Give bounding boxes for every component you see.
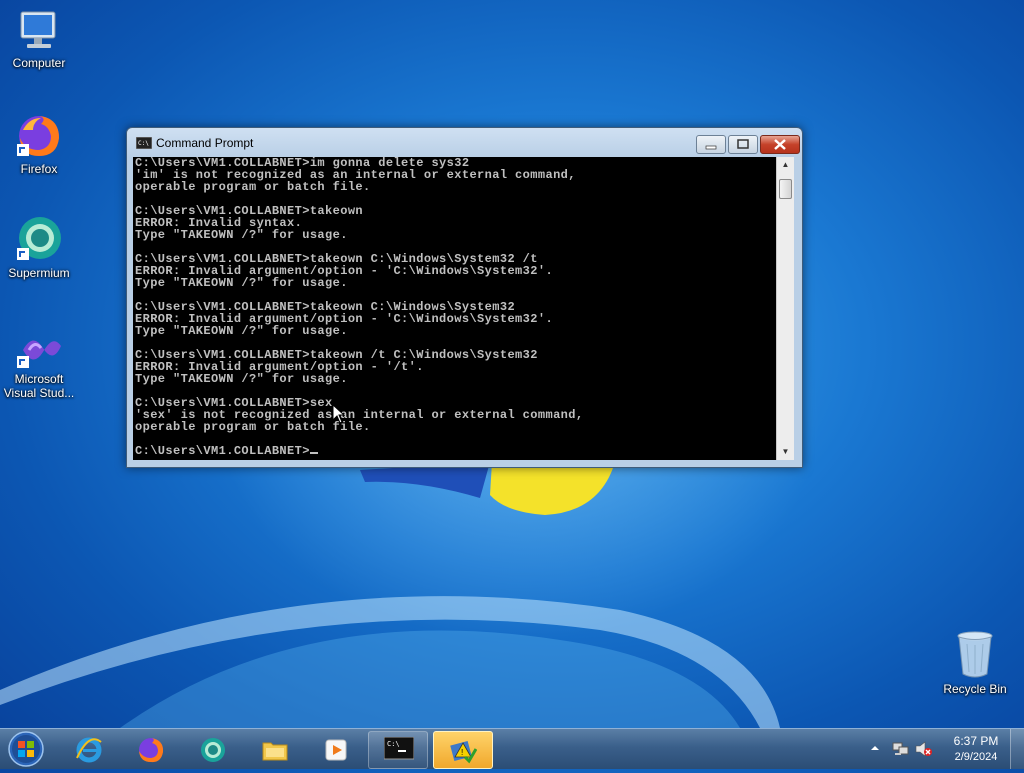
- start-button[interactable]: [6, 730, 46, 768]
- visual-studio-icon: [17, 340, 61, 368]
- command-prompt-icon: C:\: [136, 137, 152, 149]
- taskbar-file-explorer[interactable]: [246, 731, 304, 767]
- taskbar: C:\ ! 6:37 PM 2/9/2024: [0, 728, 1024, 769]
- console-prompt: C:\Users\VM1.COLLABNET>: [135, 444, 310, 458]
- taskbar-supermium[interactable]: [184, 731, 242, 767]
- taskbar-media-player[interactable]: [308, 731, 366, 767]
- vertical-scrollbar[interactable]: ▲ ▼: [776, 157, 794, 460]
- command-prompt-icon: C:\: [384, 737, 414, 760]
- svg-text:!: !: [461, 748, 463, 757]
- console-output[interactable]: C:\Users\VM1.COLLABNET>im gonna delete s…: [133, 157, 776, 460]
- firefox-icon: [17, 116, 59, 156]
- taskbar-active-app[interactable]: !: [433, 731, 493, 769]
- desktop-icon-label: Recycle Bin: [943, 682, 1007, 696]
- scroll-down-arrow-icon[interactable]: ▼: [777, 444, 794, 460]
- command-prompt-window[interactable]: C:\ Command Prompt C:\Users\VM1.COLLABNE…: [126, 127, 803, 468]
- console-line: Type "TAKEOWN /?" for usage.: [135, 276, 348, 290]
- media-player-icon: [325, 739, 347, 761]
- window-titlebar[interactable]: C:\ Command Prompt: [127, 128, 802, 156]
- console-line: Type "TAKEOWN /?" for usage.: [135, 372, 348, 386]
- desktop-icon-firefox[interactable]: Firefox: [1, 112, 77, 176]
- svg-text:C:\: C:\: [138, 140, 149, 147]
- text-cursor: [309, 452, 318, 454]
- windows-start-orb-icon: [8, 731, 44, 767]
- scroll-thumb[interactable]: [779, 179, 792, 199]
- desktop-icon-computer[interactable]: Computer: [1, 10, 77, 70]
- maximize-button[interactable]: [728, 135, 758, 154]
- supermium-icon: [201, 738, 225, 762]
- volume-muted-icon[interactable]: [915, 741, 933, 757]
- firefox-icon: [139, 738, 164, 763]
- desktop-icon-supermium[interactable]: Supermium: [1, 214, 77, 280]
- maximize-icon: [737, 139, 749, 149]
- scroll-up-arrow-icon[interactable]: ▲: [777, 157, 794, 173]
- internet-explorer-icon: [76, 737, 102, 763]
- minimize-icon: [705, 145, 717, 150]
- system-tray: 6:37 PM 2/9/2024: [865, 729, 1024, 769]
- recycle-bin-icon: [957, 631, 993, 678]
- active-app-icon: !: [450, 740, 477, 764]
- show-hidden-icons-chevron[interactable]: [870, 744, 880, 752]
- console-line: Type "TAKEOWN /?" for usage.: [135, 324, 348, 338]
- taskbar-internet-explorer[interactable]: [60, 731, 118, 767]
- desktop-icon-visual-studio[interactable]: Microsoft Visual Stud...: [1, 330, 77, 400]
- taskbar-firefox[interactable]: [122, 731, 180, 767]
- desktop-icon-label-line2: Visual Stud...: [3, 386, 75, 400]
- desktop-icon-label: Computer: [12, 56, 66, 70]
- clock-time: 6:37 PM: [953, 734, 999, 748]
- desktop-icon-recycle-bin[interactable]: Recycle Bin: [937, 630, 1013, 696]
- window-title: Command Prompt: [156, 136, 254, 150]
- desktop-icon-label: Firefox: [20, 162, 58, 176]
- close-button[interactable]: [760, 135, 800, 154]
- computer-icon: [20, 11, 56, 48]
- clock-date: 2/9/2024: [954, 751, 998, 763]
- svg-text:C:\: C:\: [387, 740, 400, 748]
- console-history: C:\Users\VM1.COLLABNET>im gonna delete s…: [135, 157, 583, 434]
- taskbar-command-prompt[interactable]: C:\: [368, 731, 428, 769]
- network-icon[interactable]: [892, 741, 910, 757]
- close-icon: [774, 139, 786, 150]
- file-explorer-icon: [262, 742, 288, 761]
- desktop-icon-label-line1: Microsoft: [14, 372, 64, 386]
- minimize-button[interactable]: [696, 135, 726, 154]
- console-line: Type "TAKEOWN /?" for usage.: [135, 228, 348, 242]
- desktop-icon-label: Supermium: [8, 266, 70, 280]
- show-desktop-button[interactable]: [1010, 729, 1024, 769]
- mouse-pointer-icon: [333, 405, 345, 424]
- supermium-icon: [17, 217, 61, 260]
- console-line: operable program or batch file.: [135, 180, 371, 194]
- console-text: C:\Users\VM1.COLLABNET>im gonna delete s…: [133, 157, 776, 457]
